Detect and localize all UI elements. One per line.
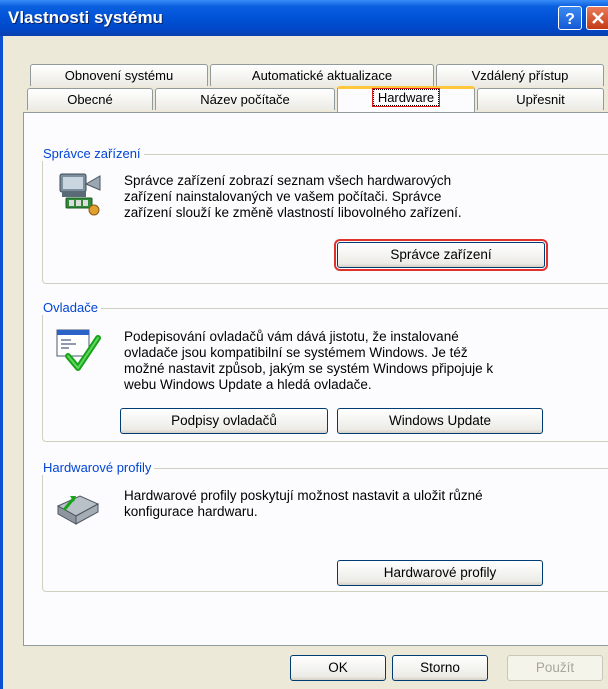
close-icon [592,12,604,24]
tab-obnoveni-systemu[interactable]: Obnovení systému [30,64,208,86]
hardware-profiles-button[interactable]: Hardwarové profily [337,560,543,586]
driver-signing-icon [54,326,102,377]
tab-label: Vzdálený přístup [471,68,569,83]
description-line: webu Windows Update a hledá ovladače. [124,377,372,392]
description-line: možné nastavit způsob, jakým se systém W… [124,361,494,376]
tab-label: Automatické aktualizace [251,68,393,83]
help-button[interactable]: ? [558,6,582,30]
cancel-button[interactable]: Storno [392,655,488,681]
tab-automaticke-aktualizace[interactable]: Automatické aktualizace [210,64,434,86]
close-button[interactable] [586,6,608,30]
button-label: Storno [420,660,460,675]
hardware-profiles-description: Hardwarové profily poskytují možnost nas… [124,488,483,520]
system-properties-window: Vlastnosti systému ? Obnovení systému Au… [0,0,608,689]
description-line: Podepisování ovladačů vám dává jistotu, … [124,329,459,344]
description-line: Hardwarové profily poskytují možnost nas… [124,488,483,503]
device-manager-button[interactable]: Správce zařízení [334,239,548,271]
window-border [0,36,3,689]
button-label: Použít [535,660,575,675]
windows-update-button[interactable]: Windows Update [337,408,543,434]
description-line: konfigurace hardwaru. [124,504,258,519]
svg-text:?: ? [565,11,575,28]
tab-label: Obnovení systému [64,68,174,83]
button-label: Windows Update [388,413,492,428]
tab-label: Název počítače [200,92,290,107]
device-manager-description: Správce zařízení zobrazí seznam všech ha… [124,173,462,221]
device-manager-legend: Správce zařízení [40,146,144,161]
description-line: Správce zařízení zobrazí seznam všech ha… [124,173,452,188]
button-label: Hardwarové profily [383,565,497,580]
tab-upresnit[interactable]: Upřesnit [477,88,604,110]
apply-button[interactable]: Použít [507,655,603,681]
tab-label: Hardware [371,88,441,107]
hardware-profiles-legend: Hardwarové profily [40,460,155,475]
tab-nazev-pocitace[interactable]: Název počítače [155,88,335,110]
question-icon: ? [565,11,575,28]
ok-button[interactable]: OK [290,655,386,681]
window-title: Vlastnosti systému [8,8,163,27]
button-label: OK [328,660,348,675]
description-line: zařízení nainstalovaných ve vašem počíta… [124,189,442,204]
tab-label: Obecné [67,92,113,107]
button-label: Podpisy ovladačů [171,413,277,428]
description-line: ovladače jsou kompatibilní se systémem W… [124,345,468,360]
tab-vzdaleny-pristup[interactable]: Vzdálený přístup [436,64,604,86]
title-bar[interactable]: Vlastnosti systému ? [0,0,608,36]
driver-signing-button[interactable]: Podpisy ovladačů [120,408,328,434]
description-line: zařízení slouží ke změně vlastností libo… [124,205,462,220]
hardware-profiles-icon [54,488,102,531]
drivers-description: Podepisování ovladačů vám dává jistotu, … [124,329,493,393]
tab-label: Upřesnit [516,92,565,107]
drivers-legend: Ovladače [40,300,101,315]
tab-obecne[interactable]: Obecné [27,88,153,110]
button-label: Správce zařízení [390,247,492,262]
device-manager-icon [56,170,104,221]
tab-hardware[interactable]: Hardware [337,86,475,112]
